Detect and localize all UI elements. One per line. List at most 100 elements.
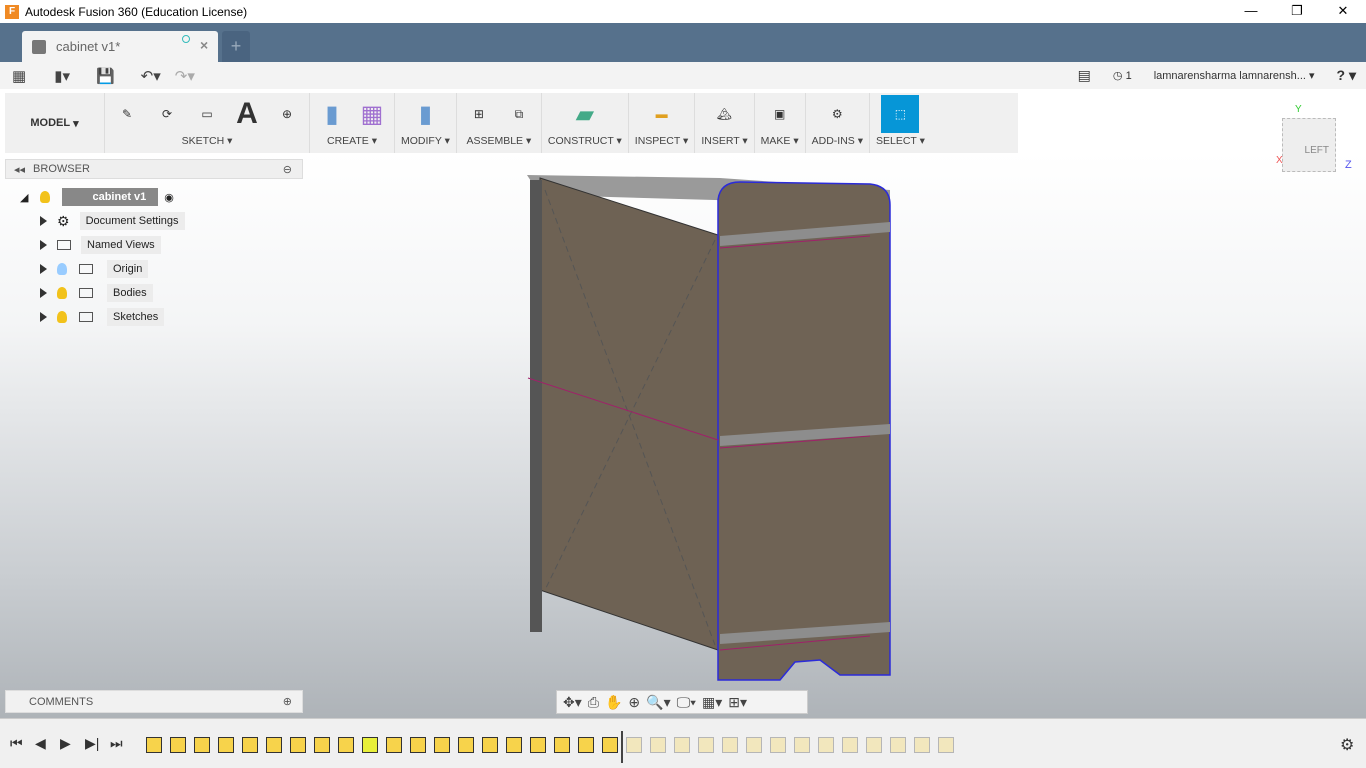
- data-panel-grid-icon[interactable]: ▦: [12, 67, 26, 85]
- new-tab-button[interactable]: +: [222, 31, 250, 62]
- view-cube[interactable]: LEFT: [1282, 118, 1336, 172]
- comments-panel[interactable]: COMMENTS ⊕: [5, 690, 303, 713]
- timeline-feature[interactable]: [794, 737, 810, 753]
- viewports-icon[interactable]: ⊞▾: [728, 694, 747, 711]
- insert-menu[interactable]: INSERT ▾: [701, 135, 747, 151]
- job-status[interactable]: ◷ 1: [1113, 69, 1132, 82]
- timeline-feature[interactable]: [914, 737, 930, 753]
- circle-icon[interactable]: ⊕: [271, 98, 303, 130]
- tree-item-sketches[interactable]: Sketches: [40, 307, 165, 327]
- timeline-feature[interactable]: [170, 737, 186, 753]
- rectangle-icon[interactable]: ▭: [191, 98, 223, 130]
- close-button[interactable]: ✕: [1320, 0, 1366, 23]
- visibility-bulb-icon[interactable]: [57, 287, 67, 299]
- zoom-window-icon[interactable]: 🔍▾: [646, 694, 670, 711]
- timeline-feature[interactable]: [866, 737, 882, 753]
- save-icon[interactable]: 💾: [96, 67, 115, 85]
- undo-icon[interactable]: ↶▾: [141, 67, 161, 85]
- timeline-feature[interactable]: [506, 737, 522, 753]
- timeline-feature[interactable]: [698, 737, 714, 753]
- timeline-feature[interactable]: [650, 737, 666, 753]
- timeline-feature[interactable]: [578, 737, 594, 753]
- assemble-menu[interactable]: ASSEMBLE ▾: [466, 135, 531, 151]
- redo-icon[interactable]: ↷▾: [175, 67, 195, 85]
- timeline-feature[interactable]: [746, 737, 762, 753]
- measure-icon[interactable]: ▬: [646, 98, 678, 130]
- create-sketch-icon[interactable]: ✎: [111, 98, 143, 130]
- document-tab[interactable]: cabinet v1* ×: [22, 31, 218, 62]
- visibility-bulb-icon[interactable]: [57, 263, 67, 275]
- timeline-settings-gear-icon[interactable]: ⚙: [1340, 735, 1354, 755]
- help-button[interactable]: ? ▾: [1337, 67, 1356, 84]
- offset-plane-icon[interactable]: ▰: [569, 98, 601, 130]
- expand-icon[interactable]: [40, 312, 47, 322]
- collapse-icon[interactable]: ◢: [20, 191, 28, 204]
- text-icon[interactable]: A: [231, 97, 263, 130]
- orbit-icon[interactable]: ✥▾: [563, 694, 582, 711]
- timeline-feature[interactable]: [146, 737, 162, 753]
- tree-item-origin[interactable]: Origin: [40, 259, 149, 279]
- collapse-browser-icon[interactable]: ◂◂: [14, 163, 25, 176]
- close-tab-icon[interactable]: ×: [200, 37, 208, 53]
- timeline-feature[interactable]: [194, 737, 210, 753]
- step-forward-icon[interactable]: ▶|: [85, 735, 99, 752]
- display-settings-icon[interactable]: 🖵▾: [677, 694, 696, 711]
- extrude-icon[interactable]: ▮: [316, 98, 348, 130]
- tree-item-named-views[interactable]: Named Views: [40, 235, 161, 255]
- timeline-feature[interactable]: [338, 737, 354, 753]
- timeline-feature[interactable]: [434, 737, 450, 753]
- timeline-feature[interactable]: [242, 737, 258, 753]
- timeline-feature[interactable]: [386, 737, 402, 753]
- expand-icon[interactable]: [40, 264, 47, 274]
- construct-menu[interactable]: CONSTRUCT ▾: [548, 135, 622, 151]
- browser-panel-header[interactable]: ◂◂ BROWSER ⊖: [5, 159, 303, 179]
- cabinet-model[interactable]: [0, 153, 1366, 718]
- select-icon[interactable]: ⬚: [881, 95, 920, 133]
- timeline-feature[interactable]: [602, 737, 618, 753]
- make-menu[interactable]: MAKE ▾: [761, 135, 799, 151]
- select-menu[interactable]: SELECT ▾: [876, 135, 925, 151]
- play-icon[interactable]: ▶: [60, 735, 71, 752]
- timeline-feature[interactable]: [458, 737, 474, 753]
- 3d-print-icon[interactable]: ▣: [764, 98, 796, 130]
- go-to-start-icon[interactable]: ⏮: [10, 735, 23, 752]
- restore-button[interactable]: ❐: [1274, 0, 1320, 23]
- timeline-feature[interactable]: [554, 737, 570, 753]
- insert-image-icon[interactable]: 🏔: [708, 98, 740, 130]
- user-menu[interactable]: lamnarensharma lamnarensh... ▾: [1154, 69, 1315, 82]
- grid-icon[interactable]: ▦▾: [702, 694, 722, 711]
- addins-menu[interactable]: ADD-INS ▾: [812, 135, 863, 151]
- inspect-menu[interactable]: INSPECT ▾: [635, 135, 689, 151]
- timeline-marker[interactable]: [621, 731, 623, 763]
- add-comment-icon[interactable]: ⊕: [283, 695, 292, 708]
- zoom-icon[interactable]: ⊕: [628, 694, 640, 711]
- expand-icon[interactable]: [40, 240, 47, 250]
- line-icon[interactable]: ⟳: [151, 98, 183, 130]
- step-back-icon[interactable]: ◀: [35, 735, 46, 752]
- view-cube-face-left[interactable]: LEFT: [1305, 145, 1329, 156]
- timeline-feature[interactable]: [674, 737, 690, 753]
- file-menu-icon[interactable]: ▮▾: [54, 67, 70, 85]
- browser-minimize-icon[interactable]: ⊖: [283, 163, 292, 176]
- timeline-feature[interactable]: [362, 737, 378, 753]
- minimize-button[interactable]: —: [1228, 0, 1274, 23]
- workspace-switcher[interactable]: MODEL ▾: [5, 93, 105, 153]
- expand-icon[interactable]: [40, 288, 47, 298]
- create-menu[interactable]: CREATE ▾: [327, 135, 377, 151]
- pan-icon[interactable]: ✋: [605, 694, 622, 711]
- activate-radio-icon[interactable]: ◉: [164, 191, 174, 204]
- modify-menu[interactable]: MODIFY ▾: [401, 135, 450, 151]
- timeline-feature[interactable]: [842, 737, 858, 753]
- notifications-icon[interactable]: ▤: [1078, 67, 1091, 84]
- timeline-feature[interactable]: [314, 737, 330, 753]
- timeline-feature[interactable]: [770, 737, 786, 753]
- sketch-menu[interactable]: SKETCH ▾: [182, 135, 233, 151]
- joint-icon[interactable]: ⧉: [503, 98, 535, 130]
- timeline-feature[interactable]: [938, 737, 954, 753]
- tree-root[interactable]: ◢ cabinet v1 ◉: [20, 187, 174, 207]
- new-component-icon[interactable]: ⊞: [463, 98, 495, 130]
- timeline-feature[interactable]: [890, 737, 906, 753]
- form-icon[interactable]: ▦: [356, 98, 388, 130]
- visibility-bulb-icon[interactable]: [57, 311, 67, 323]
- timeline-feature[interactable]: [722, 737, 738, 753]
